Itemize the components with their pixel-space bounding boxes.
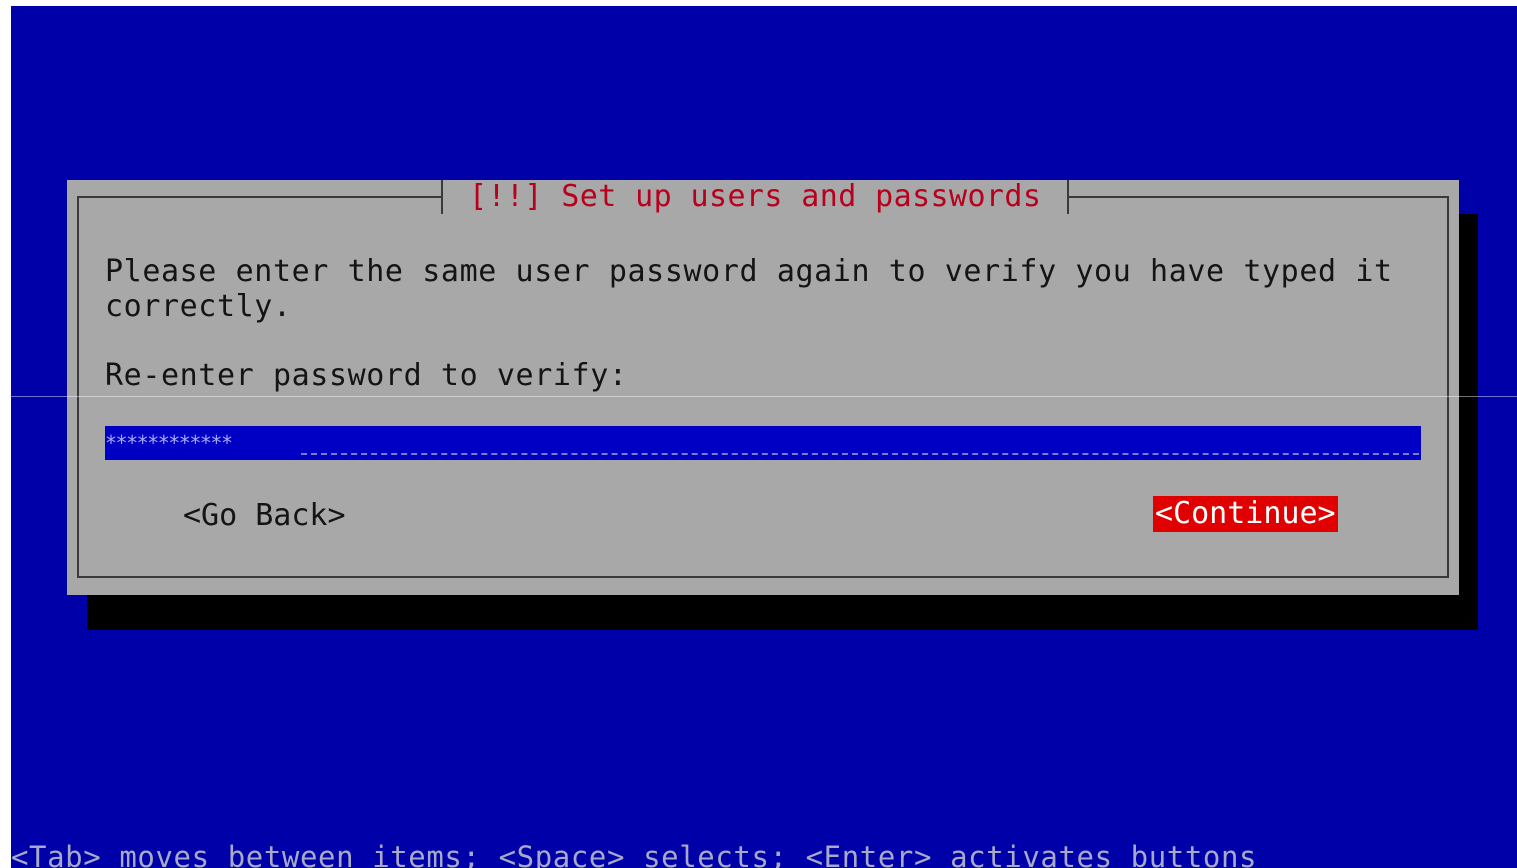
prompt-text-line-1: Please enter the same user password agai… (105, 254, 1393, 289)
password-input[interactable]: ************ (105, 426, 1421, 460)
password-masked-value: ************ (105, 431, 233, 455)
prompt-text-line-2: correctly. (105, 289, 292, 324)
dialog-title: [!!] Set up users and passwords (441, 180, 1070, 214)
keyboard-help-text: <Tab> moves between items; <Space> selec… (11, 840, 1258, 868)
password-field-underline (301, 453, 1419, 455)
installer-screen: [!!] Set up users and passwords Please e… (11, 6, 1517, 868)
screen-artifact-line (11, 396, 1517, 397)
continue-button[interactable]: <Continue> (1153, 496, 1338, 532)
go-back-button[interactable]: <Go Back> (183, 498, 346, 534)
password-field-label: Re-enter password to verify: (105, 358, 628, 393)
password-dialog: [!!] Set up users and passwords Please e… (67, 180, 1459, 595)
